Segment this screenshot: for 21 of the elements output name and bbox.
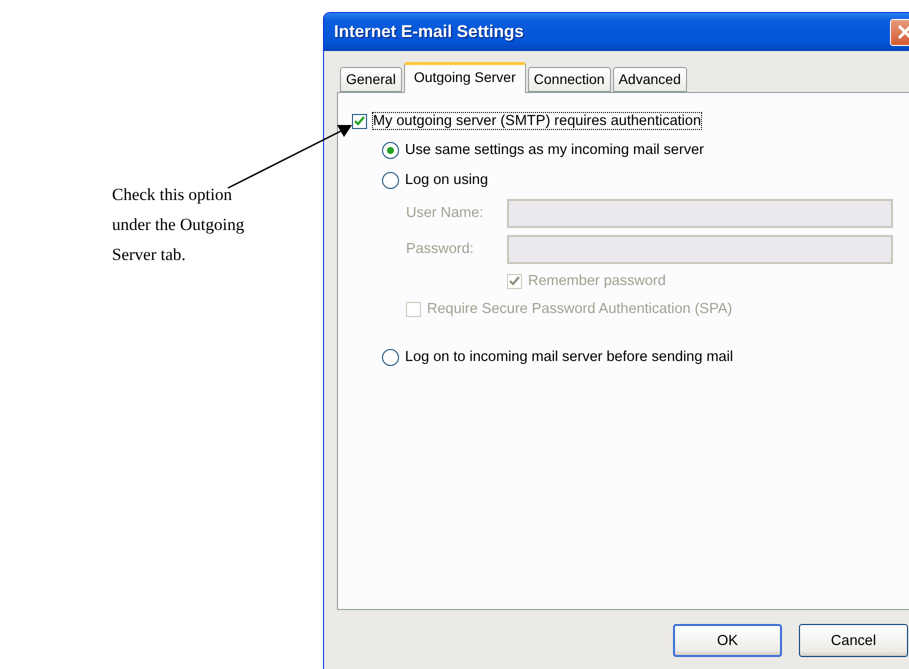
- window-title: Internet E-mail Settings: [334, 22, 524, 42]
- tab[interactable]: Advanced: [612, 67, 687, 92]
- radio-label: Log on to incoming mail server before sending mail: [405, 349, 734, 365]
- close-icon: [897, 24, 909, 40]
- radio-button[interactable]: [382, 348, 399, 366]
- checkbox-label: My outgoing server (SMTP) requires authentication: [373, 113, 702, 129]
- tab[interactable]: Connection: [528, 67, 611, 92]
- dialog-button[interactable]: OK: [673, 624, 782, 657]
- tab[interactable]: General: [340, 67, 402, 92]
- radio-button[interactable]: [382, 142, 399, 158]
- tab[interactable]: Outgoing Server: [404, 62, 526, 93]
- radio-button[interactable]: [382, 172, 399, 188]
- radio-label: Use same settings as my incoming mail server: [405, 142, 704, 158]
- checkbox-label: Remember password: [528, 273, 666, 289]
- dialog-button[interactable]: Cancel: [799, 624, 908, 657]
- checkbox-label: Require Secure Password Authentication (SPA): [427, 301, 732, 317]
- radio-label: Log on using: [405, 172, 488, 188]
- checkbox[interactable]: [352, 114, 367, 128]
- field-label: User Name:: [406, 205, 484, 221]
- field-label: Password:: [406, 241, 475, 257]
- annotation-text: Check this option under the Outgoing Server tab.: [112, 184, 246, 266]
